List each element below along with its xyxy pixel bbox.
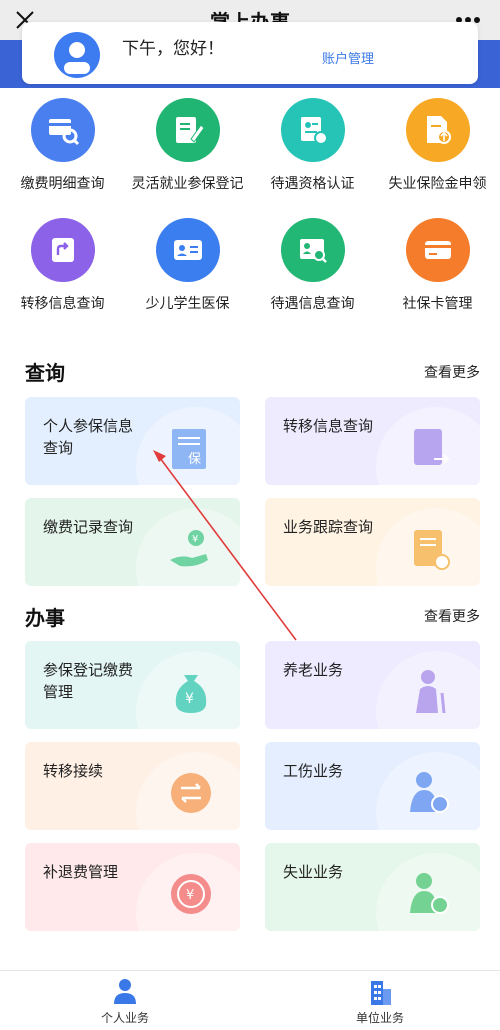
card-label-line1: 养老业务 xyxy=(283,661,344,679)
swap-icon xyxy=(166,768,216,818)
card-label-line1: 缴费记录查询 xyxy=(43,518,134,536)
card-label-line2: 管理 xyxy=(43,683,74,701)
nav-label: 单位业务 xyxy=(355,1011,404,1025)
card-label: 养老业务 xyxy=(283,659,413,681)
work-card[interactable]: 养老业务 xyxy=(265,641,480,729)
greeting-text: 下午，您好！ xyxy=(122,39,224,59)
card-label-line1: 工伤业务 xyxy=(283,762,344,780)
svg-text:¥: ¥ xyxy=(192,534,198,545)
id-search-icon xyxy=(280,218,345,282)
card-label-line1: 失业业务 xyxy=(283,863,344,881)
service-label: 待遇资格认证 xyxy=(270,176,355,192)
account-manage-link[interactable]: 账户管理 xyxy=(322,48,374,67)
service-item[interactable]: 社保卡管理 xyxy=(375,218,500,314)
query-more-link[interactable]: 查看更多 xyxy=(424,362,480,382)
card-search-icon xyxy=(30,98,95,162)
card-label-line1: 转移接续 xyxy=(43,762,104,780)
id-certify-icon xyxy=(280,98,345,162)
doc-upload-icon xyxy=(405,98,470,162)
service-label: 失业保险金申领 xyxy=(388,176,487,192)
query-card[interactable]: 转移信息查询 xyxy=(265,397,480,485)
bank-card-icon xyxy=(405,218,470,282)
service-label: 缴费明细查询 xyxy=(20,176,105,192)
service-label: 少儿学生医保 xyxy=(145,296,230,312)
insurance-doc-icon: 保 xyxy=(166,423,216,473)
service-label: 社保卡管理 xyxy=(402,296,473,312)
transfer-icon xyxy=(30,218,95,282)
card-label: 工伤业务 xyxy=(283,760,413,782)
nav-unit-business[interactable]: 单位业务 xyxy=(320,977,440,1026)
id-card-icon xyxy=(155,218,220,282)
payment-hand-icon: ¥ xyxy=(166,524,216,574)
form-edit-icon xyxy=(155,98,220,162)
nav-personal-business[interactable]: 个人业务 xyxy=(65,977,185,1026)
query-section-title: 查询 xyxy=(25,361,65,385)
card-label-line2: 查询 xyxy=(43,439,74,457)
service-label: 待遇信息查询 xyxy=(270,296,355,312)
query-card[interactable]: 缴费记录查询 ¥ xyxy=(25,498,240,586)
service-item[interactable]: 转移信息查询 xyxy=(0,218,125,314)
service-item[interactable]: 少儿学生医保 xyxy=(125,218,250,314)
account-card[interactable]: 下午，您好！ 账户管理 xyxy=(22,22,478,84)
service-item[interactable]: 待遇信息查询 xyxy=(250,218,375,314)
service-item[interactable]: 缴费明细查询 xyxy=(0,98,125,194)
service-label: 灵活就业参保登记 xyxy=(131,176,244,192)
avatar xyxy=(54,32,100,78)
unemployment-person-icon xyxy=(406,869,456,919)
work-card[interactable]: 参保登记缴费 管理 ¥ xyxy=(25,641,240,729)
refund-coin-icon: ¥ xyxy=(166,869,216,919)
work-card[interactable]: 转移接续 xyxy=(25,742,240,830)
card-label-line1: 转移信息查询 xyxy=(283,417,374,435)
svg-text:保: 保 xyxy=(188,452,201,467)
svg-text:¥: ¥ xyxy=(186,888,194,903)
elderly-icon xyxy=(406,667,456,717)
card-label: 失业业务 xyxy=(283,861,413,883)
card-label-line1: 个人参保信息 xyxy=(43,417,134,435)
service-item[interactable]: 失业保险金申领 xyxy=(375,98,500,194)
card-label-line1: 补退费管理 xyxy=(43,863,119,881)
card-label: 业务跟踪查询 xyxy=(283,516,413,538)
tracking-doc-icon xyxy=(406,524,456,574)
card-label-line1: 业务跟踪查询 xyxy=(283,518,374,536)
work-more-link[interactable]: 查看更多 xyxy=(424,606,480,626)
work-card[interactable]: 补退费管理 ¥ xyxy=(25,843,240,931)
query-card[interactable]: 个人参保信息 查询保 xyxy=(25,397,240,485)
work-section-title: 办事 xyxy=(25,606,65,630)
card-label: 个人参保信息 查询 xyxy=(43,415,173,459)
card-label: 转移接续 xyxy=(43,760,173,782)
work-card[interactable]: 失业业务 xyxy=(265,843,480,931)
nav-label: 个人业务 xyxy=(100,1011,149,1025)
card-label-line1: 参保登记缴费 xyxy=(43,661,134,679)
person-icon xyxy=(114,979,136,1004)
transfer-doc-icon xyxy=(406,423,456,473)
card-label: 参保登记缴费 管理 xyxy=(43,659,173,703)
service-label: 转移信息查询 xyxy=(20,296,105,312)
svg-text:¥: ¥ xyxy=(185,691,194,707)
injury-person-icon xyxy=(406,768,456,818)
building-icon xyxy=(371,981,391,1005)
service-item[interactable]: 灵活就业参保登记 xyxy=(125,98,250,194)
query-card[interactable]: 业务跟踪查询 xyxy=(265,498,480,586)
money-bag-icon: ¥ xyxy=(166,667,216,717)
service-item[interactable]: 待遇资格认证 xyxy=(250,98,375,194)
card-label: 转移信息查询 xyxy=(283,415,413,437)
card-label: 补退费管理 xyxy=(43,861,173,883)
bottom-nav: 个人业务 单位业务 xyxy=(0,970,500,1030)
card-label: 缴费记录查询 xyxy=(43,516,173,538)
work-card[interactable]: 工伤业务 xyxy=(265,742,480,830)
